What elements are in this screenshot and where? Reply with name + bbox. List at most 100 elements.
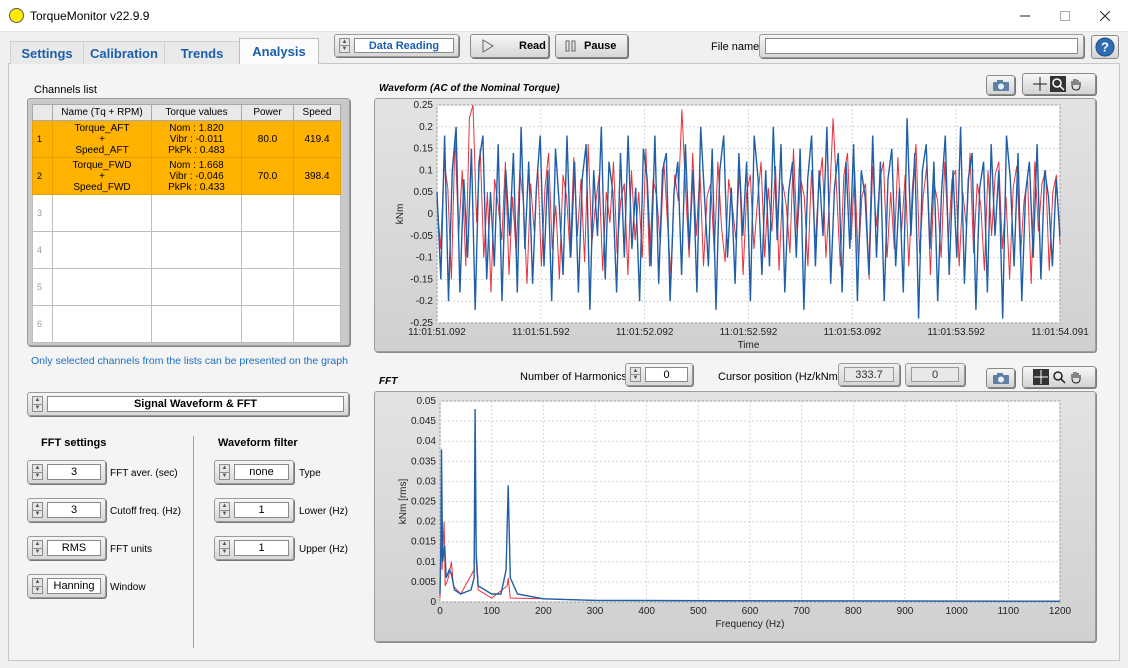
table-row[interactable]: 3	[32, 194, 341, 232]
fft-chart[interactable]: 0 100 200 300 400 500 600 700 800 900 1000 1100 1200…	[374, 391, 1096, 642]
close-button[interactable]	[1085, 4, 1125, 28]
filter-type-control[interactable]: ▲ ▼ none	[214, 460, 294, 484]
window-spinner[interactable]: ▲ ▼	[32, 578, 43, 594]
window-title: TorqueMonitor v22.9.9	[30, 9, 150, 23]
help-icon: ?	[1095, 37, 1115, 57]
file-name-label: File name	[711, 41, 760, 53]
x-tick-label: 11:01:54.091	[1031, 327, 1089, 338]
filter-type-spinner[interactable]: ▲ ▼	[219, 464, 230, 480]
filter-upper-control[interactable]: ▲ ▼ 1	[214, 536, 294, 560]
torque-values-cell: Nom : 1.820 Vibr : -0.011 PkPk : 0.483	[151, 120, 242, 158]
fft-chart-frame: 0 100 200 300 400 500 600 700 800 900 1000 1100 1200…	[374, 391, 1096, 642]
harmonics-value[interactable]: 0	[645, 367, 688, 382]
title-bar: TorqueMonitor v22.9.9	[0, 0, 1128, 32]
tab-settings[interactable]: Settings	[10, 41, 84, 64]
cutoff-spinner[interactable]: ▲ ▼	[32, 502, 43, 518]
hand-pan-icon[interactable]	[1069, 370, 1083, 384]
close-icon	[1100, 11, 1110, 21]
y-tick-label: 0.2	[419, 122, 433, 133]
x-tick-label: 700	[793, 606, 810, 617]
y-tick-label: 0.02	[417, 517, 437, 528]
cutoff-freq-control[interactable]: ▲ ▼ 3	[27, 498, 106, 522]
filter-lower-value[interactable]: 1	[234, 502, 289, 518]
harmonics-spinner[interactable]: ▲ ▼	[630, 367, 641, 382]
filter-lower-spinner[interactable]: ▲ ▼	[219, 502, 230, 518]
fft-units-spinner[interactable]: ▲ ▼	[32, 540, 43, 556]
x-tick-label: 1100	[998, 606, 1020, 617]
read-button[interactable]: Read	[470, 34, 549, 58]
minimize-button[interactable]	[1005, 4, 1045, 28]
mode-spinner[interactable]: ▲ ▼	[339, 38, 350, 53]
file-name-input[interactable]	[765, 38, 1078, 54]
x-tick-label: 11:01:52.592	[720, 327, 778, 338]
window-label: Window	[110, 582, 146, 593]
table-row[interactable]: 1 Torque_AFT + Speed_AFT Nom : 1.820 Vib…	[32, 120, 341, 158]
maximize-button[interactable]	[1045, 4, 1085, 28]
help-button[interactable]: ?	[1091, 35, 1119, 59]
row-index: 5	[32, 268, 53, 306]
filter-type-value[interactable]: none	[234, 464, 289, 480]
y-tick-label: 0	[430, 597, 436, 608]
camera-icon	[992, 79, 1009, 91]
view-mode-spinner[interactable]: ▲ ▼	[32, 396, 43, 412]
view-mode-selector[interactable]: ▲ ▼ Signal Waveform & FFT	[27, 392, 349, 416]
waveform-snapshot-button[interactable]	[986, 75, 1015, 95]
x-tick-label: 900	[897, 606, 914, 617]
x-tick-label: 100	[483, 606, 500, 617]
tab-trends[interactable]: Trends	[164, 41, 240, 64]
table-row[interactable]: 5	[32, 268, 341, 306]
mode-selector[interactable]: ▲ ▼ Data Reading	[334, 34, 459, 57]
waveform-chart[interactable]: 11:01:51.092 11:01:51.592 11:01:52.092 11:0…	[374, 98, 1096, 352]
y-tick-label: -0.05	[410, 231, 433, 242]
filter-lower-control[interactable]: ▲ ▼ 1	[214, 498, 294, 522]
y-tick-label: 0.1	[419, 165, 433, 176]
spinner-down-icon: ▼	[220, 509, 229, 517]
fft-aver-value[interactable]: 3	[47, 464, 101, 480]
harmonics-control[interactable]: ▲ ▼ 0	[625, 363, 693, 386]
x-tick-label: 200	[535, 606, 552, 617]
spinner-down-icon: ▼	[220, 547, 229, 555]
row-index: 6	[32, 305, 53, 343]
cutoff-freq-label: Cutoff freq. (Hz)	[110, 506, 181, 517]
window-value[interactable]: Hanning	[47, 578, 101, 594]
cutoff-freq-value[interactable]: 3	[47, 502, 101, 518]
x-tick-label: 11:01:51.592	[512, 327, 570, 338]
torque-vibr: Vibr : -0.011	[169, 133, 224, 145]
hand-pan-icon[interactable]	[1069, 77, 1083, 91]
fft-aver-spinner[interactable]: ▲ ▼	[32, 464, 43, 480]
crosshair-icon[interactable]	[1033, 77, 1047, 91]
fft-snapshot-button[interactable]	[986, 368, 1015, 388]
crosshair-icon[interactable]	[1033, 369, 1049, 385]
zoom-icon[interactable]	[1050, 76, 1066, 92]
channel-plus: +	[99, 170, 105, 182]
file-name-box	[759, 34, 1084, 58]
fft-units-value[interactable]: RMS	[47, 540, 101, 556]
table-row[interactable]: 6	[32, 305, 341, 343]
fft-units-control[interactable]: ▲ ▼ RMS	[27, 536, 106, 560]
tab-analysis[interactable]: Analysis	[239, 38, 319, 64]
filter-upper-value[interactable]: 1	[234, 540, 289, 556]
channels-table[interactable]: Name (Tq + RPM) Torque values Power Spee…	[32, 104, 341, 343]
tab-calibration[interactable]: Calibration	[83, 41, 165, 64]
spinner-down-icon: ▼	[220, 471, 229, 479]
cursor-y-value: 0	[911, 367, 959, 382]
table-row[interactable]: 2 Torque_FWD + Speed_FWD Nom : 1.668 Vib…	[32, 157, 341, 195]
zoom-icon[interactable]	[1052, 370, 1066, 384]
filter-upper-spinner[interactable]: ▲ ▼	[219, 540, 230, 556]
spinner-down-icon: ▼	[33, 403, 42, 411]
channel-plus: +	[99, 133, 105, 145]
x-axis-label: Frequency (Hz)	[716, 619, 785, 630]
table-row[interactable]: 4	[32, 231, 341, 269]
fft-graph-tools[interactable]	[1022, 366, 1096, 388]
window-control[interactable]: ▲ ▼ Hanning	[27, 574, 106, 598]
y-tick-label: 0.05	[414, 187, 434, 198]
svg-text:?: ?	[1101, 40, 1109, 55]
row-index: 2	[32, 157, 53, 195]
waveform-graph-tools[interactable]	[1022, 73, 1096, 95]
y-tick-label: -0.25	[410, 318, 433, 329]
y-tick-label: 0.045	[411, 416, 436, 427]
pause-button[interactable]: Pause	[555, 34, 628, 58]
fft-aver-control[interactable]: ▲ ▼ 3	[27, 460, 106, 484]
fft-title: FFT	[379, 376, 398, 387]
torque-vibr: Vibr : -0.046	[169, 170, 224, 182]
